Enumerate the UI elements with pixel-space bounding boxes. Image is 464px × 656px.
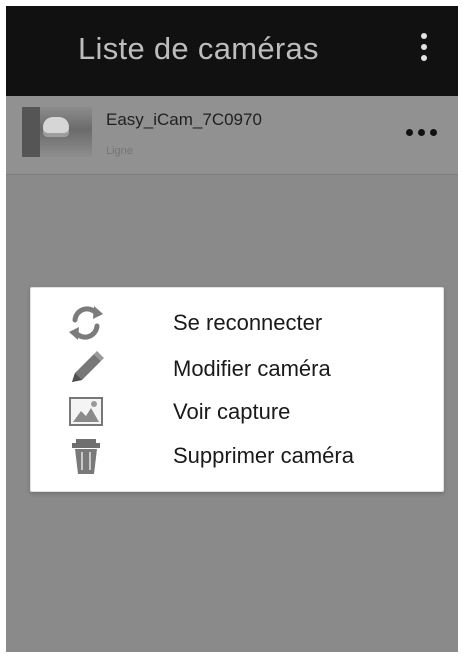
- camera-name: Easy_iCam_7C0970: [106, 110, 262, 129]
- overflow-dot-icon: [421, 33, 427, 39]
- more-dot-icon: [430, 129, 437, 136]
- menu-item-label: Voir capture: [173, 399, 291, 424]
- camera-status: Ligne: [106, 145, 133, 157]
- refresh-icon: [65, 302, 107, 344]
- more-options-icon[interactable]: [402, 120, 442, 144]
- page-title: Liste de caméras: [78, 31, 319, 66]
- overflow-dot-icon: [421, 55, 427, 61]
- menu-item-edit-camera[interactable]: Modifier caméra: [65, 346, 421, 392]
- camera-image-icon: [43, 117, 69, 137]
- thumbnail-shadow: [22, 107, 40, 157]
- camera-context-menu: Se reconnecter Modifier caméra Voir capt…: [30, 287, 444, 492]
- top-app-bar: Liste de caméras: [6, 6, 458, 97]
- menu-item-reconnect[interactable]: Se reconnecter: [65, 300, 421, 346]
- camera-list-item[interactable]: Easy_iCam_7C0970 Ligne: [6, 96, 458, 175]
- phone-screen: Liste de caméras Easy_iCam_7C0970 Ligne: [6, 6, 458, 652]
- menu-item-label: Se reconnecter: [173, 310, 323, 335]
- menu-item-view-capture[interactable]: Voir capture: [65, 389, 421, 435]
- menu-item-label: Modifier caméra: [173, 356, 331, 381]
- image-icon: [65, 391, 107, 433]
- pencil-icon: [65, 348, 107, 390]
- camera-thumbnail: [22, 107, 92, 157]
- more-dot-icon: [406, 129, 413, 136]
- overflow-dot-icon: [421, 44, 427, 50]
- menu-item-label: Supprimer caméra: [173, 443, 354, 468]
- trash-icon: [65, 435, 107, 477]
- more-dot-icon: [418, 129, 425, 136]
- overflow-menu-icon[interactable]: [406, 22, 442, 74]
- menu-item-delete-camera[interactable]: Supprimer caméra: [65, 433, 421, 479]
